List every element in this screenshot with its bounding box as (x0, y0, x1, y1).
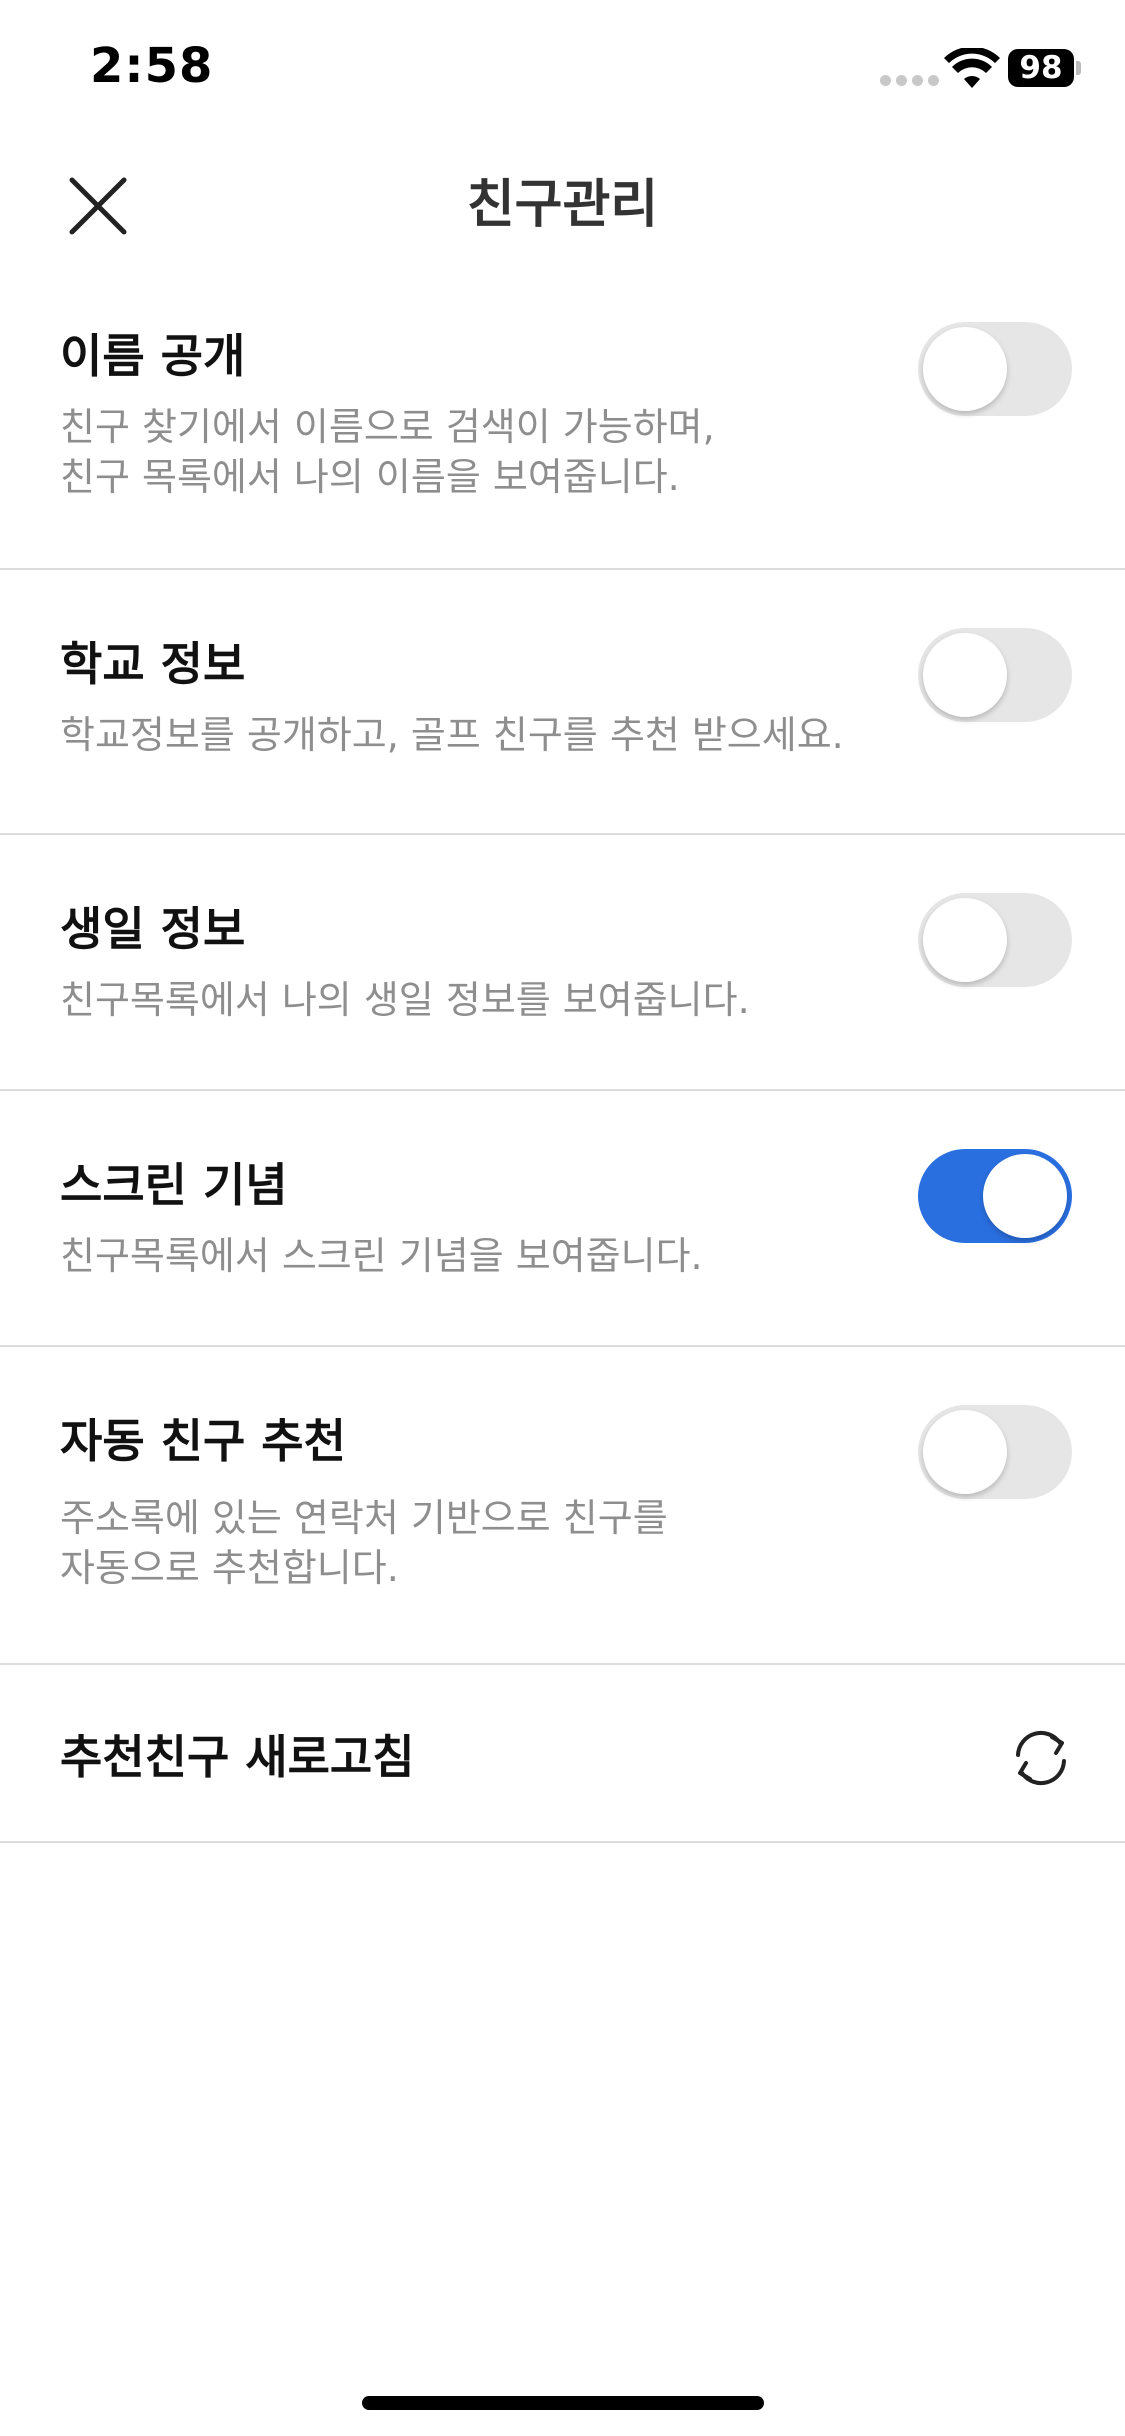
setting-title: 자동 친구 추천 (60, 1414, 346, 1468)
setting-row-school-info: 학교 정보 학교정보를 공개하고, 골프 친구를 추천 받으세요. (0, 570, 1125, 835)
refresh-recommendations-label: 추천친구 새로고침 (60, 1730, 415, 1784)
screen-memorial-toggle[interactable] (918, 1149, 1072, 1243)
setting-row-screen-memorial: 스크린 기념 친구목록에서 스크린 기념을 보여줍니다. (0, 1091, 1125, 1347)
birthday-info-toggle[interactable] (918, 893, 1072, 987)
signal-icon (880, 75, 939, 86)
battery-nub (1076, 61, 1081, 75)
name-public-toggle[interactable] (918, 322, 1072, 416)
status-bar: 2:58 98 (0, 0, 1125, 140)
auto-recommend-toggle[interactable] (918, 1405, 1072, 1499)
setting-row-auto-recommend: 자동 친구 추천 주소록에 있는 연락처 기반으로 친구를 자동으로 추천합니다… (0, 1347, 1125, 1665)
status-time: 2:58 (90, 38, 214, 94)
page-title: 친구관리 (466, 175, 659, 235)
friend-management-screen: 2:58 98 친구관리 이름 공개 친구 찾기에서 이름으로 검색이 가능하며… (0, 0, 1125, 2436)
home-indicator[interactable] (362, 2396, 764, 2410)
setting-row-name-public: 이름 공개 친구 찾기에서 이름으로 검색이 가능하며, 친구 목록에서 나의 … (0, 260, 1125, 570)
setting-title: 이름 공개 (60, 329, 246, 383)
setting-title: 스크린 기념 (60, 1158, 288, 1212)
setting-description: 주소록에 있는 연락처 기반으로 친구를 자동으로 추천합니다. (60, 1496, 668, 1590)
setting-description: 친구목록에서 나의 생일 정보를 보여줍니다. (60, 978, 750, 1022)
nav-bar: 친구관리 (0, 140, 1125, 260)
refresh-icon[interactable] (1008, 1725, 1074, 1791)
setting-row-birthday-info: 생일 정보 친구목록에서 나의 생일 정보를 보여줍니다. (0, 835, 1125, 1091)
setting-description: 학교정보를 공개하고, 골프 친구를 추천 받으세요. (60, 713, 844, 757)
school-info-toggle[interactable] (918, 628, 1072, 722)
battery-icon: 98 (1008, 49, 1074, 87)
setting-title: 학교 정보 (60, 637, 246, 691)
wifi-icon (944, 48, 1000, 88)
setting-description: 친구목록에서 스크린 기념을 보여줍니다. (60, 1234, 703, 1278)
refresh-recommendations-row[interactable]: 추천친구 새로고침 (0, 1665, 1125, 1843)
setting-description: 친구 찾기에서 이름으로 검색이 가능하며, 친구 목록에서 나의 이름을 보여… (60, 405, 715, 499)
setting-title: 생일 정보 (60, 902, 246, 956)
